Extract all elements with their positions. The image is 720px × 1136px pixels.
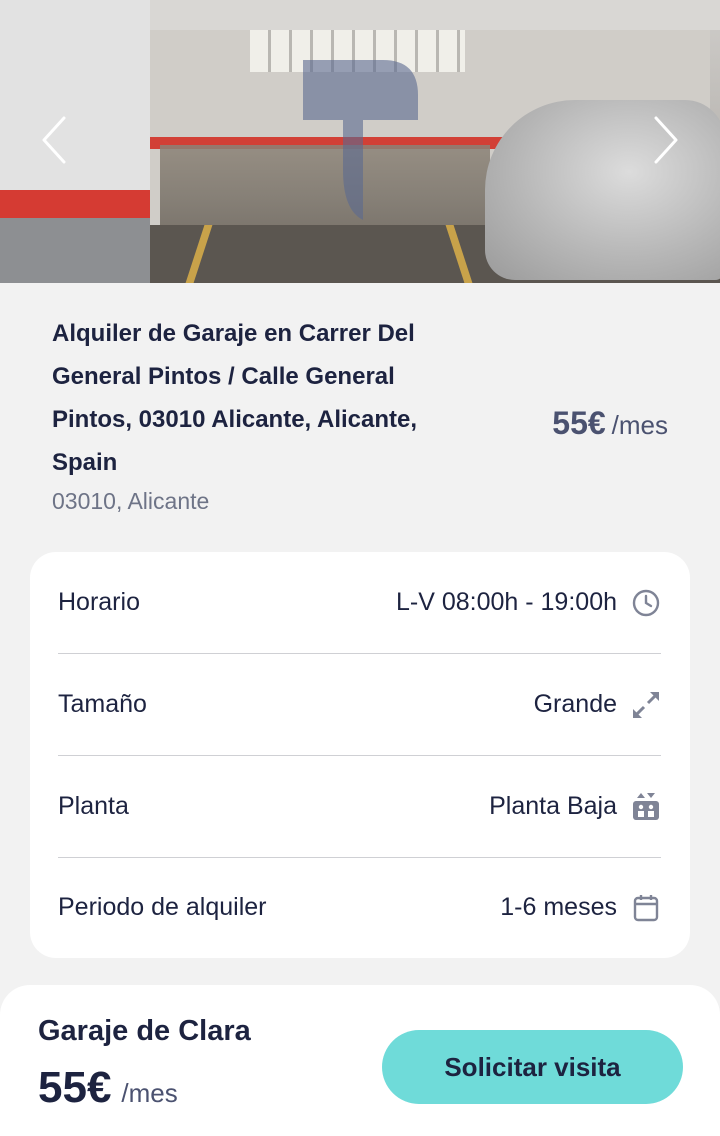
listing-photo[interactable]: [0, 0, 720, 283]
photo-covered-car: [485, 100, 720, 280]
detail-value: Planta Baja: [489, 792, 617, 820]
gallery-next-button[interactable]: [644, 110, 684, 170]
footer-price-unit: /mes: [121, 1078, 178, 1108]
detail-value: 1-6 meses: [500, 893, 617, 921]
detail-value: Grande: [533, 690, 617, 718]
expand-icon: [631, 690, 661, 720]
price-amount: 55€: [552, 405, 606, 441]
calendar-icon: [631, 893, 661, 923]
listing-price: 55€/mes: [552, 405, 668, 442]
detail-label: Planta: [58, 792, 129, 820]
chevron-left-icon: [42, 116, 66, 164]
garage-name: Garaje de Clara: [38, 1015, 251, 1047]
detail-value: L-V 08:00h - 19:00h: [396, 588, 617, 616]
booking-bar: Garaje de Clara 55€ /mes Solicitar visita: [0, 985, 720, 1136]
clock-icon: [631, 588, 661, 618]
detail-label: Tamaño: [58, 690, 147, 718]
footer-price: 55€ /mes: [38, 1063, 178, 1113]
detail-row-tamano: Tamaño Grande: [58, 654, 661, 755]
chevron-right-icon: [654, 116, 678, 164]
gallery-prev-button[interactable]: [36, 110, 76, 170]
detail-label: Periodo de alquiler: [58, 893, 267, 921]
details-card: Horario L-V 08:00h - 19:00h Tamaño Grand…: [30, 552, 690, 958]
listing-location: 03010, Alicante: [52, 488, 210, 514]
watermark-logo-icon: [303, 60, 418, 220]
detail-label: Horario: [58, 588, 140, 616]
detail-row-periodo: Periodo de alquiler 1-6 meses: [58, 857, 661, 958]
elevator-icon: [631, 792, 661, 822]
photo-pillar-base: [0, 218, 150, 283]
detail-row-planta: Planta Planta Baja: [58, 756, 661, 857]
listing-title: Alquiler de Garaje en Carrer Del General…: [52, 320, 418, 476]
request-visit-button[interactable]: Solicitar visita: [382, 1030, 683, 1104]
footer-price-amount: 55€: [38, 1063, 112, 1112]
price-unit: /mes: [611, 410, 668, 440]
photo-pillar-stripe: [0, 190, 150, 218]
detail-row-horario: Horario L-V 08:00h - 19:00h: [58, 552, 661, 653]
